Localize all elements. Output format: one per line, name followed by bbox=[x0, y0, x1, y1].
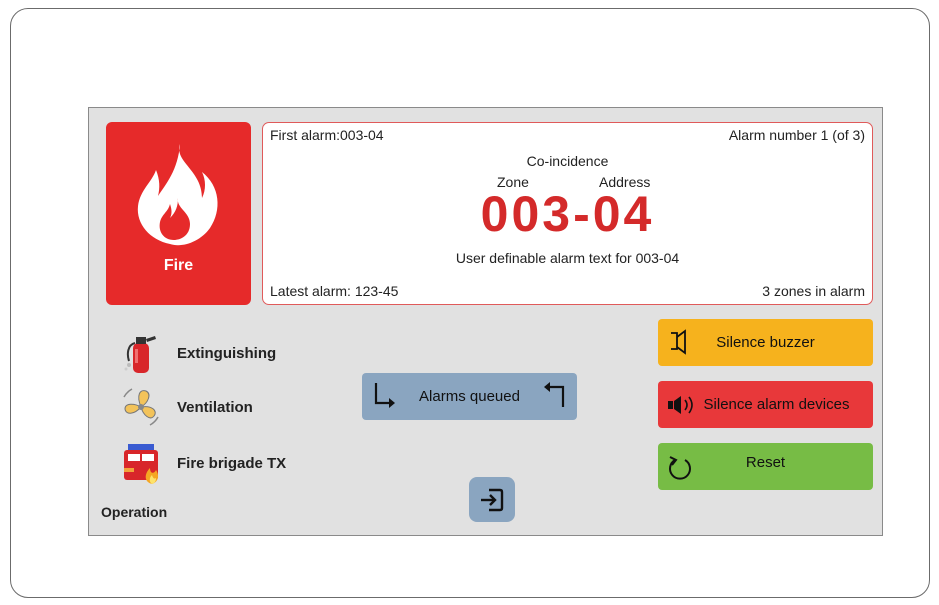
alarm-code: 003-04 bbox=[480, 186, 655, 242]
status-extinguishing: Extinguishing bbox=[117, 330, 276, 376]
flame-icon bbox=[137, 144, 218, 246]
status-label: Extinguishing bbox=[177, 344, 277, 362]
alarm-screen: Fire First alarm:003-04 Alarm number 1 (… bbox=[88, 107, 883, 536]
alarms-queued-label: Alarms queued bbox=[419, 388, 520, 405]
zones-in-alarm-text: 3 zones in alarm bbox=[762, 283, 865, 299]
fire-truck-icon bbox=[117, 440, 165, 486]
user-alarm-text: User definable alarm text for 003-04 bbox=[455, 250, 680, 266]
first-alarm-text: First alarm:003-04 bbox=[270, 127, 384, 143]
reset-icon bbox=[669, 456, 691, 480]
reset-label: Reset bbox=[745, 454, 786, 471]
silence-alarm-devices-button[interactable]: Silence alarm devices bbox=[658, 381, 873, 428]
alarms-queued-button[interactable]: Alarms queued bbox=[362, 373, 577, 420]
operation-label: Operation bbox=[101, 504, 168, 520]
device-frame: Fire First alarm:003-04 Alarm number 1 (… bbox=[10, 8, 930, 598]
scroll-down-icon bbox=[374, 383, 395, 408]
status-label: Ventilation bbox=[177, 398, 253, 416]
status-label: Fire brigade TX bbox=[177, 454, 287, 472]
buzzer-icon bbox=[671, 329, 686, 355]
alarm-mode: Co-incidence bbox=[526, 153, 609, 169]
status-ventilation: Ventilation bbox=[117, 384, 253, 430]
fire-label: Fire bbox=[163, 257, 194, 274]
silence-alarm-devices-label: Silence alarm devices bbox=[703, 396, 850, 413]
silence-buzzer-label: Silence buzzer bbox=[716, 334, 815, 351]
alarm-number-text: Alarm number 1 (of 3) bbox=[728, 127, 865, 143]
exit-button[interactable] bbox=[469, 477, 515, 522]
silence-buzzer-button[interactable]: Silence buzzer bbox=[658, 319, 873, 366]
status-fire-brigade: Fire brigade TX bbox=[117, 440, 286, 486]
fire-indicator: Fire bbox=[106, 122, 251, 305]
scroll-up-icon bbox=[544, 382, 565, 407]
reset-button[interactable]: Reset bbox=[658, 443, 873, 490]
fire-extinguisher-icon bbox=[117, 330, 165, 376]
latest-alarm-text: Latest alarm: 123-45 bbox=[270, 283, 399, 299]
alarm-info-panel: First alarm:003-04 Alarm number 1 (of 3)… bbox=[262, 122, 873, 305]
speaker-icon bbox=[668, 396, 693, 414]
exit-icon bbox=[481, 488, 504, 511]
fan-icon bbox=[117, 384, 165, 430]
